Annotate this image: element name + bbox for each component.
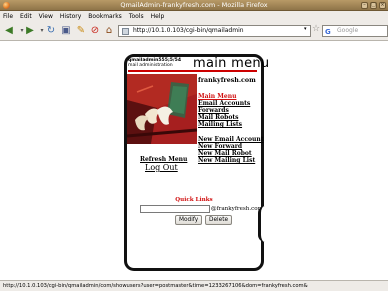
nav-new-forward[interactable]: New Forward — [198, 143, 242, 150]
navigation-toolbar: ◀ ▾ ▶ ▾ ↻ ▣ ✎ ⊘ ⌂ http://10.1.0.103/cgi-… — [0, 21, 388, 41]
page-content: qmailadmin555;5/54 mail administration m… — [0, 42, 388, 280]
url-text: http://10.1.0.103/cgi-bin/qmailadmin — [133, 27, 244, 34]
nav-email-accounts[interactable]: Email Accounts — [198, 100, 250, 107]
save-icon[interactable]: ▣ — [60, 25, 72, 37]
delete-button[interactable]: Delete — [205, 215, 233, 225]
nav-mail-robots[interactable]: Mail Robots — [198, 114, 239, 121]
menu-view[interactable]: View — [39, 13, 53, 20]
nav-new-mailing-list[interactable]: New Mailing List — [198, 157, 255, 164]
reload-icon[interactable]: ↻ — [45, 25, 57, 37]
bookmark-star-icon[interactable]: ☆ — [312, 24, 320, 34]
window-title: QmailAdmin-frankyfresh.com - Mozilla Fir… — [120, 1, 268, 9]
close-icon[interactable]: × — [379, 2, 386, 9]
status-bar: http://10.1.0.103/cgi-bin/qmailadmin/com… — [0, 280, 388, 291]
app-subtitle: mail administration — [128, 63, 173, 68]
nav-main-menu[interactable]: Main Menu — [198, 93, 236, 100]
menu-bookmarks[interactable]: Bookmarks — [88, 13, 122, 20]
menu-file[interactable]: File — [3, 13, 13, 20]
menu-bar: File Edit View History Bookmarks Tools H… — [0, 11, 388, 21]
page-title: main menu — [193, 56, 270, 71]
search-placeholder: Google — [337, 27, 359, 34]
qmailadmin-panel: qmailadmin555;5/54 mail administration m… — [124, 54, 269, 271]
menu-tools[interactable]: Tools — [129, 13, 144, 20]
menu-edit[interactable]: Edit — [20, 13, 32, 20]
page-favicon-icon — [122, 28, 129, 35]
search-engine-icon[interactable]: G — [325, 27, 331, 36]
maximize-icon[interactable]: □ — [370, 2, 377, 9]
home-icon[interactable]: ⌂ — [103, 25, 115, 37]
refresh-menu-link[interactable]: Refresh Menu — [140, 156, 187, 163]
domain-name: frankyfresh.com — [198, 77, 256, 84]
menu-help[interactable]: Help — [151, 13, 165, 20]
nav-mailing-lists[interactable]: Mailing Lists — [198, 121, 242, 128]
nav-new-email-account[interactable]: New Email Account — [198, 136, 263, 143]
quick-links-title: Quick Links — [175, 197, 213, 203]
forward-icon[interactable]: ▶ — [24, 25, 36, 37]
panel-notch — [258, 206, 265, 242]
modify-button[interactable]: Modify — [175, 215, 203, 225]
window-titlebar: QmailAdmin-frankyfresh.com - Mozilla Fir… — [0, 0, 388, 11]
bookmark-page-icon[interactable]: ✎ — [75, 25, 87, 37]
stop-icon[interactable]: ⊘ — [89, 25, 101, 37]
qmail-logo-image — [127, 74, 197, 144]
minimize-icon[interactable]: – — [361, 2, 368, 9]
menu-history[interactable]: History — [60, 13, 81, 20]
url-dropdown-icon[interactable]: ▾ — [304, 26, 307, 32]
search-input[interactable]: G Google — [322, 25, 388, 37]
back-icon[interactable]: ◀ — [3, 25, 15, 37]
nav-forwards[interactable]: Forwards — [198, 107, 229, 114]
quick-links-user-input[interactable] — [140, 205, 210, 213]
header-divider — [128, 70, 257, 72]
quick-links-domain-suffix: @frankyfresh.com — [211, 206, 263, 212]
logout-link[interactable]: Log Out — [145, 163, 178, 172]
nav-new-mail-robot[interactable]: New Mail Robot — [198, 150, 252, 157]
url-bar[interactable]: http://10.1.0.103/cgi-bin/qmailadmin — [118, 25, 311, 37]
app-version: qmailadmin555;5/54 mail administration — [128, 58, 181, 68]
window-controls: – □ × — [361, 2, 386, 9]
